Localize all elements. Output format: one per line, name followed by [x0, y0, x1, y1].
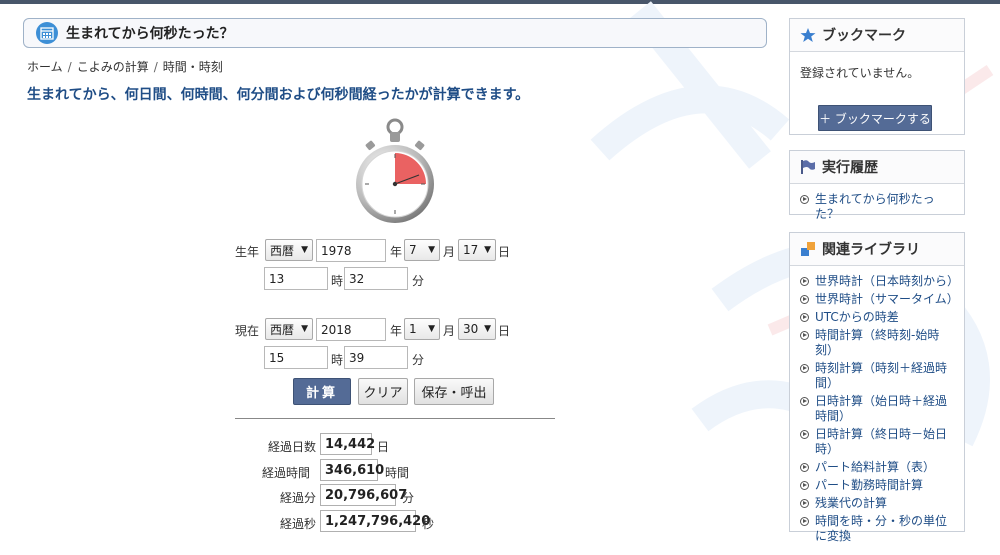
bookmark-panel: ブックマーク 登録されていません。 ＋ ブックマークする — [789, 18, 965, 135]
result-minutes-label: 経過分 — [279, 491, 316, 505]
library-link[interactable]: 時間計算（終時刻-始時刻） — [800, 328, 954, 358]
now-day-unit: 日 — [498, 324, 511, 338]
birth-year-unit: 年 — [390, 245, 403, 259]
calendar-icon — [36, 22, 58, 44]
library-link[interactable]: UTCからの時差 — [800, 310, 954, 325]
result-hours-label: 経過時間 — [261, 466, 310, 480]
arrow-bullet-icon — [800, 277, 809, 286]
library-link[interactable]: 時刻計算（時刻＋経過時間） — [800, 361, 954, 391]
library-link[interactable]: 世界時計（サマータイム） — [800, 292, 959, 307]
library-link[interactable]: 時間を時・分・秒の単位に変換 — [800, 514, 954, 544]
add-bookmark-button[interactable]: ＋ ブックマークする — [818, 105, 932, 131]
birth-era-value: 西暦 — [270, 243, 295, 258]
arrow-bullet-icon — [800, 430, 809, 439]
library-link[interactable]: 残業代の計算 — [800, 496, 954, 511]
now-era-select[interactable]: 西暦 ▼ — [265, 318, 313, 340]
birth-year-input[interactable]: 1978 — [316, 239, 386, 262]
history-title: 実行履歴 — [822, 160, 878, 176]
calculate-button[interactable]: 計算 — [293, 378, 351, 405]
result-days-value: 14,442 — [320, 433, 375, 455]
birth-minute-input[interactable]: 32 — [344, 267, 408, 290]
result-seconds-value: 1,247,796,420 — [320, 510, 430, 532]
now-era-value: 西暦 — [270, 322, 295, 337]
breadcrumb-home[interactable]: ホーム — [27, 60, 63, 74]
birth-hour-unit: 時 — [331, 274, 344, 288]
breadcrumb-calendar-calc[interactable]: こよみの計算 — [77, 60, 149, 74]
clear-button[interactable]: クリア — [358, 378, 408, 405]
arrow-bullet-icon — [800, 463, 809, 472]
birth-minute-unit: 分 — [412, 274, 425, 288]
library-link[interactable]: 日時計算（終日時－始日時） — [800, 427, 954, 457]
chevron-down-icon: ▼ — [484, 245, 491, 255]
result-minutes-unit: 分 — [402, 491, 415, 505]
arrow-bullet-icon — [800, 295, 809, 304]
birth-era-select[interactable]: 西暦 ▼ — [265, 239, 313, 261]
arrow-bullet-icon — [800, 481, 809, 490]
birth-hour-input[interactable]: 13 — [264, 267, 328, 290]
now-year-unit: 年 — [390, 324, 403, 338]
result-hours-value: 346,610 — [320, 459, 384, 481]
result-seconds-label: 経過秒 — [279, 517, 316, 531]
history-header: 実行履歴 — [790, 151, 964, 184]
now-hour-input[interactable]: 15 — [264, 346, 328, 369]
result-days-unit: 日 — [377, 440, 390, 454]
save-load-button[interactable]: 保存・呼出 — [414, 378, 494, 405]
chevron-down-icon: ▼ — [301, 324, 308, 334]
top-bar — [0, 0, 1000, 4]
library-header: 関連ライブラリ — [790, 233, 964, 266]
star-icon — [800, 27, 816, 43]
birth-month-select[interactable]: 7 ▼ — [404, 239, 440, 261]
library-title: 関連ライブラリ — [822, 242, 920, 258]
library-link[interactable]: パート給料計算（表） — [800, 460, 954, 475]
birth-day-select[interactable]: 17 ▼ — [458, 239, 496, 261]
now-day-select[interactable]: 30 ▼ — [458, 318, 496, 340]
arrow-bullet-icon — [800, 331, 809, 340]
arrow-bullet-icon — [800, 397, 809, 406]
now-hour-unit: 時 — [331, 353, 344, 367]
page-title: 生まれてから何秒たった？ — [66, 26, 234, 42]
now-month-select[interactable]: 1 ▼ — [404, 318, 440, 340]
birth-day-unit: 日 — [498, 245, 511, 259]
library-link[interactable]: 日時計算（始日時＋経過時間） — [800, 394, 954, 424]
library-link[interactable]: パート勤務時間計算 — [800, 478, 954, 493]
chevron-down-icon: ▼ — [428, 324, 435, 334]
chevron-down-icon: ▼ — [428, 245, 435, 255]
breadcrumb-time[interactable]: 時間・時刻 — [163, 60, 223, 74]
arrow-bullet-icon — [800, 195, 809, 204]
library-panel: 関連ライブラリ 世界時計（日本時刻から） 世界時計（サマータイム） UTCからの… — [789, 232, 965, 543]
birth-day-value: 17 — [463, 243, 479, 257]
result-minutes-value: 20,796,607 — [320, 484, 407, 506]
now-label: 現在 — [235, 324, 260, 338]
page-description: 生まれてから、何日間、何時間、何分間および何秒間経ったかが計算できます。 — [27, 87, 530, 103]
chevron-down-icon: ▼ — [484, 324, 491, 334]
arrow-bullet-icon — [800, 499, 809, 508]
birth-month-unit: 月 — [443, 245, 456, 259]
birth-label: 生年 — [235, 245, 260, 259]
arrow-bullet-icon — [800, 364, 809, 373]
breadcrumb: ホーム / こよみの計算 / 時間・時刻 — [27, 60, 223, 74]
divider — [235, 418, 555, 419]
now-year-input[interactable]: 2018 — [316, 318, 386, 341]
bookmark-title: ブックマーク — [822, 28, 906, 44]
result-days-label: 経過日数 — [267, 440, 316, 454]
history-item[interactable]: 生まれてから何秒たった？ — [800, 192, 954, 222]
result-seconds-unit: 秒 — [422, 517, 435, 531]
page-title-box: 生まれてから何秒たった？ — [23, 18, 767, 48]
result-hours-unit: 時間 — [385, 466, 410, 480]
library-icon — [800, 241, 816, 257]
history-panel: 実行履歴 生まれてから何秒たった？ — [789, 150, 965, 221]
now-minute-unit: 分 — [412, 353, 425, 367]
now-minute-input[interactable]: 39 — [344, 346, 408, 369]
library-link[interactable]: 世界時計（日本時刻から） — [800, 274, 959, 289]
now-month-value: 1 — [409, 322, 417, 336]
arrow-bullet-icon — [800, 313, 809, 322]
now-day-value: 30 — [463, 322, 479, 336]
stopwatch-icon — [356, 118, 434, 223]
flag-icon — [800, 159, 816, 175]
bookmark-empty-text: 登録されていません。 — [800, 66, 920, 80]
now-month-unit: 月 — [443, 324, 456, 338]
chevron-down-icon: ▼ — [301, 245, 308, 255]
bookmark-header: ブックマーク — [790, 19, 964, 52]
birth-month-value: 7 — [409, 243, 417, 257]
